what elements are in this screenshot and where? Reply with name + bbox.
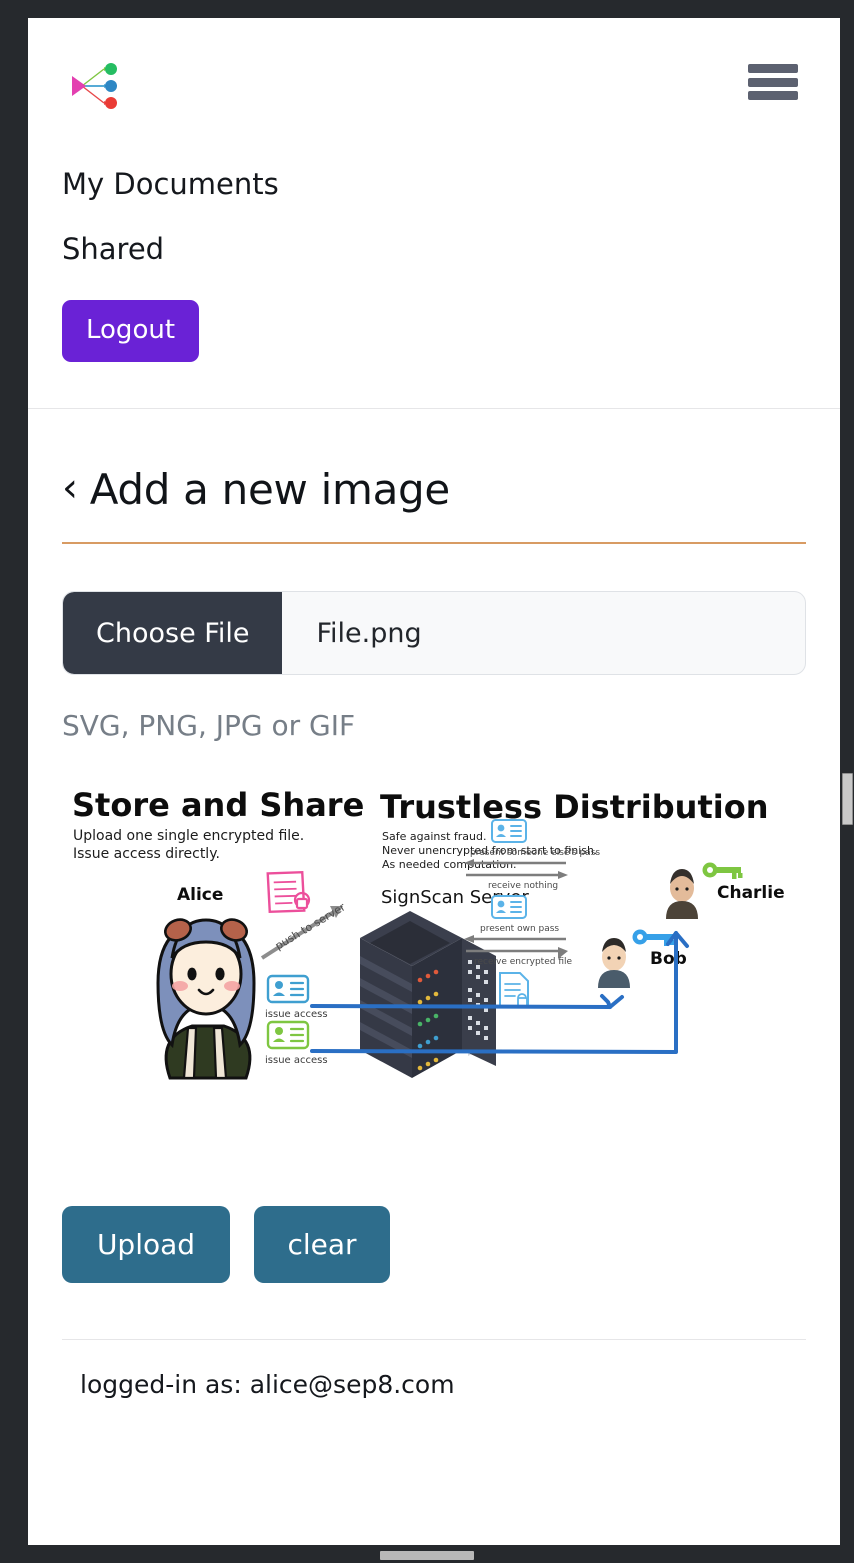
diagram-flow2-request-label: present own pass bbox=[480, 924, 559, 934]
navbar: My Documents Shared Logout bbox=[28, 18, 840, 408]
preview-right-line-1: Safe against fraud. bbox=[382, 830, 486, 843]
upload-button[interactable]: Upload bbox=[62, 1206, 230, 1283]
encrypted-file-result-icon bbox=[499, 972, 529, 1008]
issue-access-badge-blue bbox=[266, 974, 310, 1004]
main-content: ‹ Add a new image Choose File File.png S… bbox=[28, 409, 840, 1399]
logout-button[interactable]: Logout bbox=[62, 300, 200, 362]
issue-access-badge-green bbox=[266, 1020, 310, 1050]
image-preview: Store and Share Upload one single encryp… bbox=[62, 778, 806, 1158]
flow-pass-badge-2 bbox=[491, 895, 527, 919]
page-title: Add a new image bbox=[89, 465, 451, 514]
diagram-flow2-response-label: receive encrypted file bbox=[474, 957, 572, 967]
signscan-diagram-svg: Store and Share Upload one single encryp… bbox=[62, 778, 806, 1158]
share-nodes-icon[interactable] bbox=[64, 54, 128, 118]
hamburger-bar-3 bbox=[748, 91, 798, 100]
diagram-flow1-request-label: present someone else's pass bbox=[470, 848, 600, 858]
selected-file-name: File.png bbox=[316, 617, 422, 649]
action-buttons: Upload clear bbox=[62, 1206, 806, 1283]
clear-button[interactable]: clear bbox=[254, 1206, 390, 1283]
nav-links: My Documents Shared Logout bbox=[62, 170, 806, 362]
heading-rule bbox=[62, 542, 806, 544]
browser-viewport: My Documents Shared Logout ‹ Add a new i… bbox=[28, 18, 840, 1545]
nav-link-my-documents[interactable]: My Documents bbox=[62, 170, 806, 199]
page-title-row: ‹ Add a new image bbox=[62, 465, 806, 514]
diagram-alice-label: Alice bbox=[177, 885, 223, 905]
preview-right-line-3: As needed computation. bbox=[382, 858, 517, 871]
horizontal-scrollbar-thumb[interactable] bbox=[380, 1551, 474, 1560]
preview-left-line-2: Issue access directly. bbox=[73, 846, 220, 862]
diagram-issue-access-label-1: issue access bbox=[265, 1009, 328, 1020]
hamburger-menu-icon[interactable] bbox=[748, 64, 798, 100]
hamburger-bar-1 bbox=[748, 64, 798, 73]
preview-right-title: Trustless Distribution bbox=[380, 788, 768, 826]
diagram-issue-access-label-2: issue access bbox=[265, 1055, 328, 1066]
vertical-scrollbar-track[interactable] bbox=[840, 18, 854, 1545]
diagram-bob-label: Bob bbox=[650, 949, 687, 969]
choose-file-button[interactable]: Choose File bbox=[63, 592, 283, 674]
diagram-charlie-label: Charlie bbox=[717, 883, 785, 903]
file-input-group[interactable]: Choose File File.png bbox=[62, 591, 806, 675]
preview-left-line-1: Upload one single encrypted file. bbox=[73, 828, 304, 844]
flow-pass-badge-1 bbox=[491, 819, 527, 843]
encrypted-document-icon bbox=[266, 870, 311, 914]
preview-left-title: Store and Share bbox=[72, 786, 364, 824]
vertical-scrollbar-thumb[interactable] bbox=[842, 773, 853, 825]
navbar-top-row bbox=[62, 54, 806, 140]
hamburger-bar-2 bbox=[748, 77, 798, 87]
file-format-hint: SVG, PNG, JPG or GIF bbox=[62, 709, 356, 742]
alice-avatar-illustration bbox=[156, 918, 256, 1080]
chevron-left-icon[interactable]: ‹ bbox=[62, 468, 78, 508]
nav-link-shared[interactable]: Shared bbox=[62, 235, 806, 264]
login-status: logged-in as: alice@sep8.com bbox=[80, 1370, 455, 1399]
diagram-flow1-response-label: receive nothing bbox=[488, 881, 558, 891]
